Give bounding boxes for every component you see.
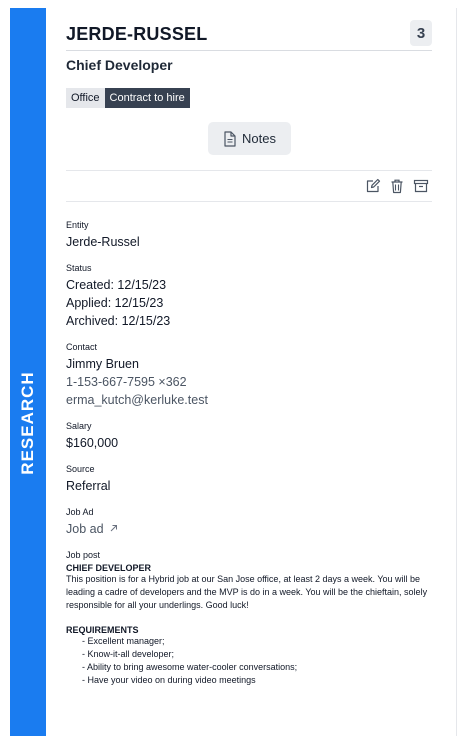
job-ad-field: Job Ad Job ad (66, 507, 432, 538)
contact-name: Jimmy Bruen (66, 357, 139, 371)
edit-icon[interactable] (364, 177, 382, 195)
requirement-item: Excellent manager; (82, 635, 432, 648)
notes-button-label: Notes (242, 131, 276, 146)
job-post-label: Job post (66, 550, 101, 560)
contact-label: Contact (66, 342, 98, 352)
requirement-item: Ability to bring awesome water-cooler co… (82, 661, 432, 674)
entity-label: Entity (66, 220, 89, 230)
job-details: Entity Jerde-Russel Status Created: 12/1… (66, 220, 432, 699)
entity-value: Jerde-Russel (66, 235, 140, 249)
job-ad-label: Job Ad (66, 507, 94, 517)
salary-value: $160,000 (66, 436, 119, 450)
source-field: Source Referral (66, 464, 432, 495)
archive-icon[interactable] (412, 177, 430, 195)
requirements-heading: REQUIREMENTS (66, 625, 139, 635)
status-created: Created: 12/15/23 (66, 278, 167, 292)
salary-field: Salary $160,000 (66, 421, 432, 452)
card-header: JERDE-RUSSEL 3 (66, 8, 432, 51)
job-title: Chief Developer (66, 57, 173, 73)
job-ad-link-label: Job ad (66, 522, 104, 536)
job-ad-link[interactable]: Job ad (66, 522, 118, 536)
document-icon (224, 130, 236, 147)
salary-label: Salary (66, 421, 92, 431)
tag-employment-type: Contract to hire (104, 88, 190, 108)
contact-phone[interactable]: 1-153-667-7595 ×362 (66, 373, 432, 391)
count-badge: 3 (410, 20, 432, 46)
job-post-field: Job post CHIEF DEVELOPER This position i… (66, 550, 432, 687)
tag-location: Office (66, 88, 105, 108)
requirement-item: Know-it-all developer; (82, 648, 432, 661)
status-label: Status (66, 263, 92, 273)
source-label: Source (66, 464, 95, 474)
status-field: Status Created: 12/15/23 Applied: 12/15/… (66, 263, 432, 330)
source-value: Referral (66, 479, 111, 493)
status-archived: Archived: 12/15/23 (66, 314, 171, 328)
requirement-item: Have your video on during video meetings (82, 674, 432, 687)
job-card: RESEARCH JERDE-RUSSEL 3 Chief Developer … (10, 8, 457, 736)
card-actions (66, 170, 432, 202)
company-name: JERDE-RUSSEL (66, 24, 208, 44)
trash-icon[interactable] (388, 177, 406, 195)
entity-field: Entity Jerde-Russel (66, 220, 432, 251)
category-label: RESEARCH (18, 371, 37, 475)
job-post-heading: CHIEF DEVELOPER (66, 563, 152, 573)
category-sidebar: RESEARCH (10, 8, 46, 736)
job-card-main: JERDE-RUSSEL 3 Chief Developer Office Co… (66, 8, 432, 685)
job-post-body: This position is for a Hybrid job at our… (66, 574, 428, 610)
status-applied: Applied: 12/15/23 (66, 296, 164, 310)
contact-field: Contact Jimmy Bruen 1-153-667-7595 ×362 … (66, 342, 432, 409)
contact-email[interactable]: erma_kutch@kerluke.test (66, 391, 432, 409)
tag-list: Office Contract to hire (66, 88, 190, 108)
notes-button[interactable]: Notes (208, 122, 291, 155)
external-link-icon (110, 525, 118, 532)
requirements-list: Excellent manager; Know-it-all developer… (66, 635, 432, 687)
